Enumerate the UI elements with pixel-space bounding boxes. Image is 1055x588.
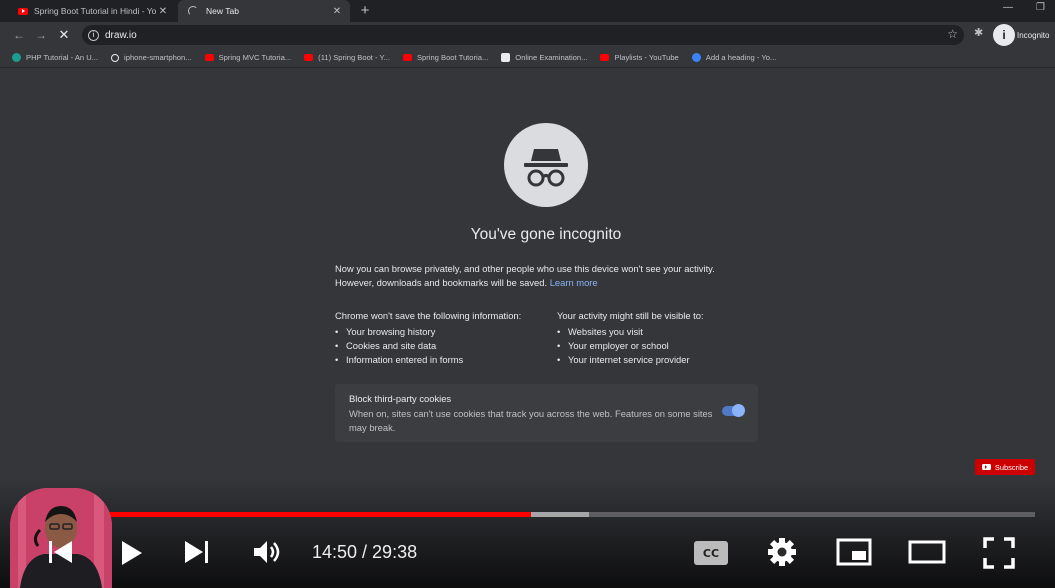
page-title: You've gone incognito — [470, 226, 622, 243]
browser-toolbar: ← → ✕ i draw.io ☆ — [0, 22, 1055, 48]
bookmark-item[interactable]: Playlists - YouTube — [600, 53, 679, 62]
cookie-card-description: When on, sites can't use cookies that tr… — [349, 408, 713, 433]
tab-new-tab[interactable]: New Tab ✕ — [178, 0, 350, 22]
still-visible-list: Your activity might still be visible to:… — [557, 309, 767, 367]
youtube-icon — [402, 54, 412, 61]
youtube-icon — [981, 464, 991, 470]
site-info-icon[interactable]: i — [88, 29, 99, 41]
bookmarks-bar: PHP Tutorial - An U... iphone-smartphon.… — [0, 48, 1055, 68]
incognito-profile-button[interactable]: i Incognito — [993, 24, 1049, 46]
miniplayer-icon[interactable] — [836, 538, 872, 571]
previous-button[interactable] — [48, 538, 74, 571]
bookmark-item[interactable]: PHP Tutorial - An U... — [12, 53, 98, 62]
bookmark-item[interactable]: Spring Boot Tutoria... — [402, 53, 489, 62]
teal-circle-icon — [12, 53, 21, 62]
play-button[interactable] — [121, 540, 143, 571]
close-tab-icon[interactable]: ✕ — [156, 6, 170, 17]
profile-label: Incognito — [1017, 30, 1050, 40]
bookmark-item[interactable]: Add a heading - Yo... — [691, 53, 777, 62]
new-tab-button[interactable]: + — [356, 2, 374, 20]
intro-line: Now you can browse privately, and other … — [335, 263, 715, 274]
bookmark-label: Online Examination... — [515, 53, 588, 62]
restore-icon[interactable]: ❐ — [1036, 2, 1045, 13]
toggle-knob — [732, 404, 745, 417]
settings-gear-icon[interactable] — [766, 536, 798, 573]
fullscreen-icon[interactable] — [983, 537, 1015, 574]
next-button[interactable] — [183, 538, 209, 571]
tab-title: New Tab — [206, 6, 239, 16]
list-item: Websites you visit — [557, 325, 767, 339]
youtube-icon — [204, 54, 214, 61]
captions-icon[interactable]: CC — [694, 541, 728, 570]
youtube-icon — [600, 54, 610, 61]
info-circle-icon: i — [993, 24, 1015, 46]
bookmark-label: PHP Tutorial - An U... — [26, 53, 99, 62]
back-button[interactable]: ← — [10, 26, 28, 44]
bookmark-label: Add a heading - Yo... — [705, 53, 777, 62]
loading-spinner-icon — [188, 6, 198, 16]
time-display: 14:50 / 29:38 — [312, 542, 418, 562]
video-frame: Spring Boot Tutorial in Hindi - Yo ✕ New… — [0, 0, 1055, 588]
bookmark-star-icon[interactable]: ☆ — [947, 27, 958, 41]
canva-icon — [691, 53, 701, 62]
bookmark-label: (11) Spring Boot - Y... — [318, 53, 390, 62]
third-party-cookies-card: Block third-party cookies When on, sites… — [335, 384, 758, 442]
volume-icon[interactable] — [252, 538, 284, 571]
theater-mode-icon[interactable] — [908, 540, 946, 569]
extensions-puzzle-icon[interactable]: ✱ — [974, 26, 983, 39]
player-gradient — [0, 478, 1055, 588]
bookmark-label: iphone-smartphon... — [124, 53, 192, 62]
bookmark-item[interactable]: (11) Spring Boot - Y... — [304, 53, 390, 62]
address-text: draw.io — [105, 29, 137, 41]
bookmark-label: Spring MVC Tutoria... — [218, 53, 292, 62]
bookmark-item[interactable]: Spring MVC Tutoria... — [204, 53, 292, 62]
minimize-icon[interactable]: — — [1003, 2, 1013, 13]
list-item: Your employer or school — [557, 339, 767, 353]
intro-line: However, downloads and bookmarks will be… — [335, 277, 548, 288]
learn-more-link[interactable]: Learn more — [550, 277, 598, 288]
list-item: Information entered in forms — [335, 353, 555, 367]
cookie-card-title: Block third-party cookies — [349, 393, 452, 404]
progress-bar[interactable] — [22, 512, 1035, 517]
not-saved-list: Chrome won't save the following informat… — [335, 309, 555, 367]
intro-paragraph: Now you can browse privately, and other … — [335, 262, 765, 290]
subscribe-button[interactable]: Subscribe — [975, 459, 1035, 475]
tab-spring-boot-tutorial[interactable]: Spring Boot Tutorial in Hindi - Yo ✕ — [8, 0, 176, 22]
bookmark-label: Spring Boot Tutoria... — [416, 53, 489, 62]
globe-icon — [111, 53, 120, 62]
document-icon — [501, 53, 511, 62]
bookmark-item[interactable]: iphone-smartphon... — [111, 53, 192, 62]
list-item: Your internet service provider — [557, 353, 767, 367]
close-tab-icon[interactable]: ✕ — [330, 6, 344, 17]
bookmark-item[interactable]: Online Examination... — [501, 53, 587, 62]
address-bar[interactable]: i draw.io ☆ — [82, 25, 964, 45]
list-title: Chrome won't save the following informat… — [335, 310, 522, 321]
block-cookies-toggle[interactable] — [722, 404, 745, 417]
forward-button[interactable]: → — [32, 26, 50, 44]
incognito-icon — [504, 123, 588, 207]
bookmark-label: Playlists - YouTube — [614, 53, 679, 62]
youtube-icon — [18, 7, 28, 15]
svg-text:CC: CC — [703, 547, 719, 560]
list-item: Cookies and site data — [335, 339, 555, 353]
stop-loading-button[interactable]: ✕ — [55, 26, 73, 44]
list-item: Your browsing history — [335, 325, 555, 339]
tab-title: Spring Boot Tutorial in Hindi - Yo — [34, 6, 156, 16]
subscribe-label: Subscribe — [994, 462, 1029, 472]
list-title: Your activity might still be visible to: — [557, 310, 704, 321]
tab-strip: Spring Boot Tutorial in Hindi - Yo ✕ New… — [0, 0, 1055, 22]
youtube-icon — [304, 54, 314, 61]
